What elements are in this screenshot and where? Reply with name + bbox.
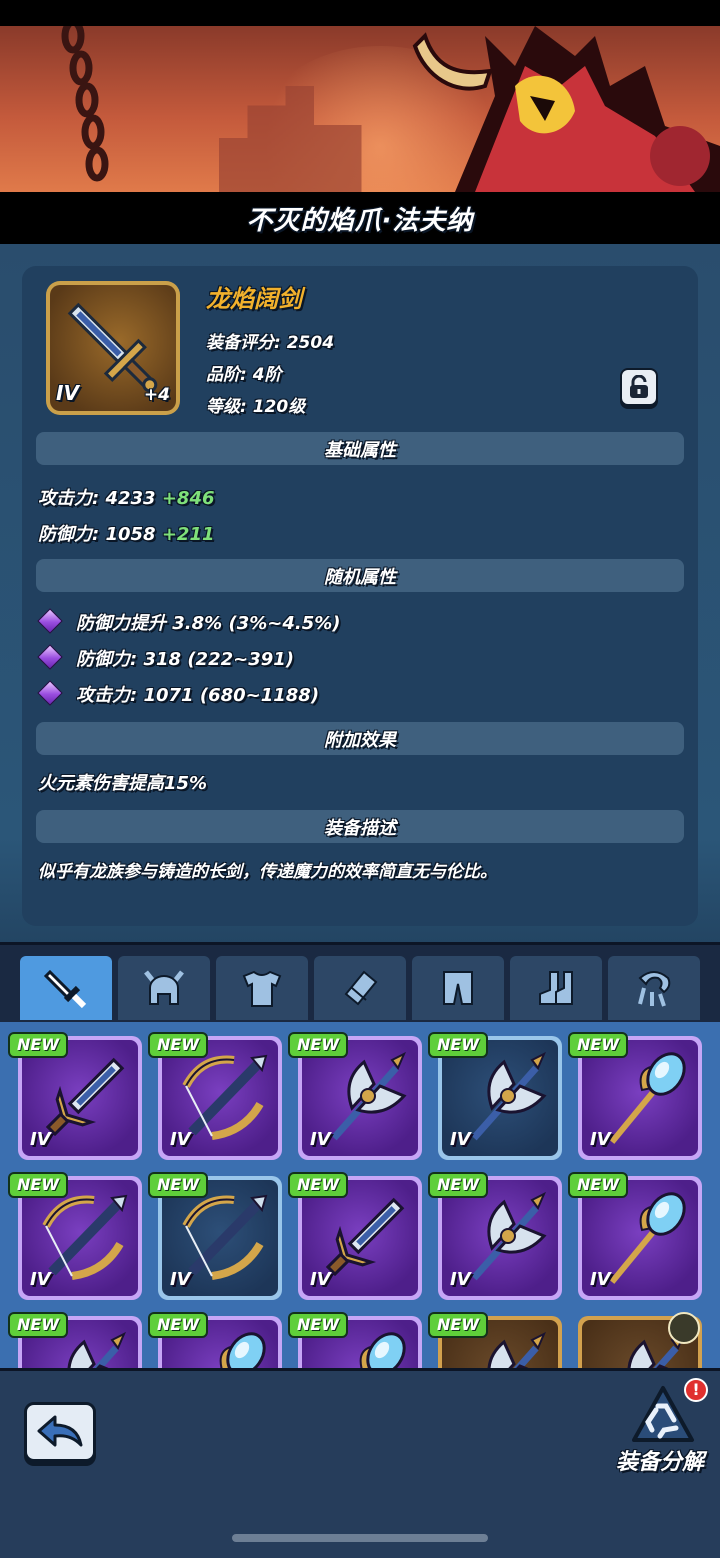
inventory-grid[interactable]: IV NEW IV NEW IV NEW IV NEW IV NEW IV NEW IV NEW IV NEW… (0, 1022, 720, 1368)
new-badge: NEW (148, 1172, 208, 1198)
boots-icon (539, 971, 573, 1005)
hero-title-bar: 不灭的焰爪·法夫纳 (0, 192, 720, 244)
new-badge: NEW (148, 1032, 208, 1058)
unlock-icon (630, 375, 648, 398)
sword-icon (43, 969, 87, 1009)
stat-label: 攻击力: 1071 (76, 685, 194, 706)
tab-helmet[interactable] (118, 956, 210, 1020)
stat-range: (222~391) (187, 649, 295, 670)
tab-boots[interactable] (510, 956, 602, 1020)
slot-tier: IV (450, 1129, 471, 1150)
new-badge: NEW (288, 1032, 348, 1058)
tab-accessory[interactable] (608, 956, 700, 1020)
salvage-button[interactable]: ! 装备分解 (612, 1378, 718, 1480)
item-level: 等级: 120级 (206, 397, 306, 417)
new-badge: NEW (8, 1032, 68, 1058)
tab-armor[interactable] (216, 956, 308, 1020)
status-bar (0, 0, 720, 26)
new-badge: NEW (8, 1312, 68, 1338)
item-enhance-level: +4 (143, 385, 170, 405)
item-tier: IV (56, 381, 79, 405)
lock-button[interactable] (620, 368, 658, 406)
random-stat-3: 攻击力: 1071 (680~1188) (76, 681, 319, 707)
random-stat-1: 防御力提升 3.8% (3%~4.5%) (76, 609, 341, 635)
stat-bonus: +211 (161, 524, 215, 545)
extra-effect-text: 火元素伤害提高15% (38, 773, 208, 794)
item-quality: 品阶: 4阶 (206, 365, 282, 385)
gloves-icon (344, 970, 378, 1006)
armor-icon (242, 970, 282, 1007)
slot-tier: IV (310, 1269, 331, 1290)
hero-portrait (412, 26, 720, 192)
stat-label: 防御力: 1058 (38, 524, 156, 545)
random-stat-2: 防御力: 318 (222~391) (76, 645, 294, 671)
helmet-icon (144, 970, 184, 1005)
item-score: 装备评分: 2504 (206, 333, 335, 353)
new-badge: NEW (288, 1172, 348, 1198)
item-icon[interactable]: IV +4 (46, 281, 180, 415)
new-badge: NEW (8, 1172, 68, 1198)
tab-weapon[interactable] (20, 956, 112, 1020)
stat-label: 攻击力: 4233 (38, 488, 156, 509)
base-stat-defense: 防御力: 1058 +211 (38, 520, 215, 546)
stat-label: 防御力: 318 (76, 649, 182, 670)
back-button[interactable] (24, 1402, 96, 1462)
new-badge: NEW (428, 1312, 488, 1338)
new-badge: NEW (428, 1172, 488, 1198)
section-base-stats: 基础属性 (36, 432, 684, 465)
new-badge: NEW (568, 1172, 628, 1198)
item-description: 似乎有龙族参与铸造的长剑，传递魔力的效率简直无与伦比。 (38, 862, 497, 882)
slot-tier: IV (170, 1269, 191, 1290)
section-extra-effect: 附加效果 (36, 722, 684, 755)
stat-range: (680~1188) (199, 685, 320, 706)
section-description: 装备描述 (36, 810, 684, 843)
pants-icon (443, 971, 473, 1005)
item-name: 龙焰阔剑 (206, 285, 302, 313)
new-badge: NEW (288, 1312, 348, 1338)
slot-tier: IV (310, 1129, 331, 1150)
hero-avatar-badge (668, 1312, 700, 1344)
base-stat-attack: 攻击力: 4233 +846 (38, 484, 215, 510)
hero-banner (0, 26, 720, 192)
accessory-icon (638, 971, 671, 1007)
slot-tier: IV (450, 1269, 471, 1290)
home-indicator[interactable] (232, 1534, 488, 1542)
section-random-stats: 随机属性 (36, 559, 684, 592)
chain-decoration (61, 26, 109, 182)
new-badge: NEW (428, 1032, 488, 1058)
hero-name: 不灭的焰爪·法夫纳 (246, 205, 474, 236)
stat-range: (3%~4.5%) (228, 613, 341, 634)
tab-pants[interactable] (412, 956, 504, 1020)
new-badge: NEW (568, 1032, 628, 1058)
slot-tier: IV (30, 1269, 51, 1290)
slot-tier: IV (170, 1129, 191, 1150)
stat-bonus: +846 (161, 488, 215, 509)
new-badge: NEW (148, 1312, 208, 1338)
slot-tier: IV (590, 1129, 611, 1150)
back-arrow-icon (37, 1415, 83, 1447)
alert-badge: ! (684, 1378, 708, 1402)
slot-tier: IV (30, 1129, 51, 1150)
slot-tier: IV (590, 1269, 611, 1290)
tab-gloves[interactable] (314, 956, 406, 1020)
stat-label: 防御力提升 3.8% (76, 613, 223, 634)
salvage-label: 装备分解 (616, 1450, 705, 1475)
